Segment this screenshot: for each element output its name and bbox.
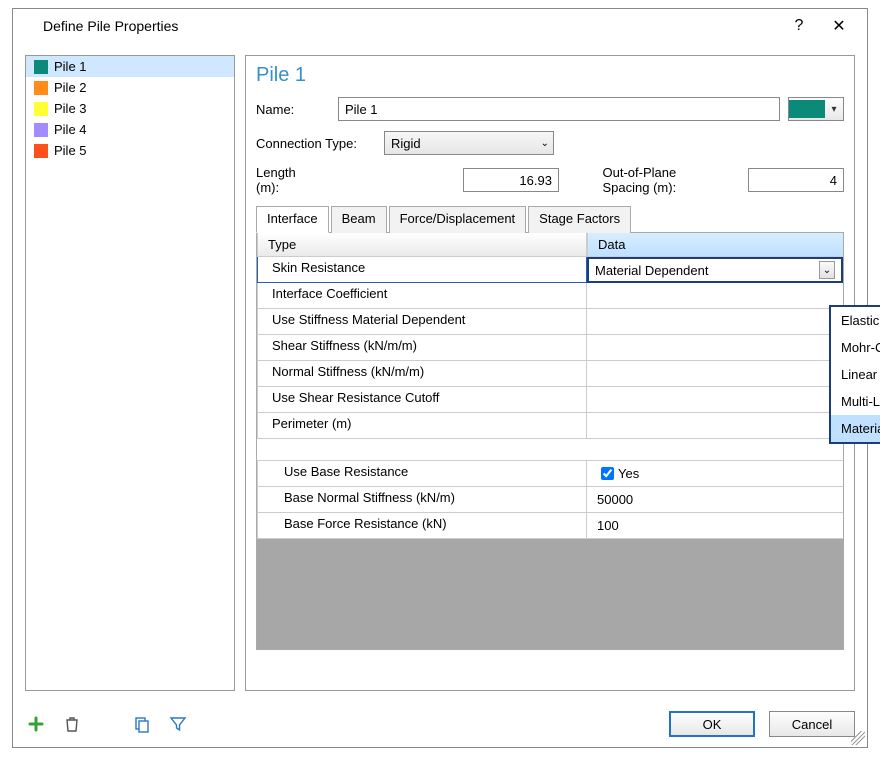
name-input[interactable] xyxy=(338,97,780,121)
grid-row[interactable]: Use Shear Resistance Cutoff xyxy=(257,387,843,413)
color-swatch xyxy=(789,100,825,118)
grid-cell-type: Perimeter (m) xyxy=(257,413,587,439)
footer-toolbar: OK Cancel xyxy=(13,703,867,747)
connection-type-select[interactable]: Rigid ⌄ xyxy=(384,131,554,155)
grid-cell-data[interactable] xyxy=(587,335,843,361)
grid-cell-type: Use Stiffness Material Dependent xyxy=(257,309,587,335)
dropdown-option[interactable]: Elastic xyxy=(831,307,880,334)
pile-list-item[interactable]: Pile 2 xyxy=(26,77,234,98)
grid-row[interactable]: Base Normal Stiffness (kN/m)50000 xyxy=(257,487,843,513)
pile-item-label: Pile 4 xyxy=(54,122,87,137)
panel-heading: Pile 1 xyxy=(256,64,844,87)
pile-list-item[interactable]: Pile 4 xyxy=(26,119,234,140)
grid-cell-data[interactable] xyxy=(587,413,843,439)
pile-color-swatch xyxy=(34,81,48,95)
grid-cell-type: Skin Resistance xyxy=(257,257,587,283)
grid-row[interactable]: Skin ResistanceMaterial Dependent⌄ xyxy=(257,257,843,283)
length-label: Length (m): xyxy=(256,165,318,195)
grid-row[interactable]: Perimeter (m) xyxy=(257,413,843,439)
dialog-body: Pile 1 Pile 2 Pile 3 Pile 4 Pile 5 Pile 1 Na… xyxy=(13,43,867,703)
color-picker[interactable]: ▾ xyxy=(788,97,844,121)
pile-color-swatch xyxy=(34,144,48,158)
tab-beam[interactable]: Beam xyxy=(331,206,387,233)
tab-interface[interactable]: Interface xyxy=(256,206,329,233)
grid-cell-data[interactable]: Material Dependent⌄ xyxy=(587,257,843,283)
resize-grip[interactable] xyxy=(851,731,865,745)
dropdown-option[interactable]: Material Dependent xyxy=(831,415,880,442)
grid-row[interactable]: Shear Stiffness (kN/m/m) xyxy=(257,335,843,361)
filter-icon[interactable] xyxy=(167,713,189,735)
pile-item-label: Pile 2 xyxy=(54,80,87,95)
grid-empty-area xyxy=(257,539,843,649)
grid-cell-type: Shear Stiffness (kN/m/m) xyxy=(257,335,587,361)
grid-cell-data[interactable] xyxy=(587,283,843,309)
close-icon[interactable]: ✕ xyxy=(819,16,859,36)
grid-row[interactable]: Base Force Resistance (kN)100 xyxy=(257,513,843,539)
grid-header-data[interactable]: Data xyxy=(587,233,843,257)
pile-list-item[interactable]: Pile 3 xyxy=(26,98,234,119)
tab-force-displacement[interactable]: Force/Displacement xyxy=(389,206,527,233)
grid-section-divider xyxy=(257,439,843,461)
grid-cell-type: Interface Coefficient xyxy=(257,283,587,309)
pile-list[interactable]: Pile 1 Pile 2 Pile 3 Pile 4 Pile 5 xyxy=(25,55,235,691)
pile-list-item[interactable]: Pile 1 xyxy=(26,56,234,77)
properties-grid: Type Data Skin ResistanceMaterial Depend… xyxy=(256,233,844,650)
grid-cell-value: Yes xyxy=(618,466,639,481)
connection-type-label: Connection Type: xyxy=(256,136,376,151)
grid-cell-data[interactable] xyxy=(587,361,843,387)
name-label: Name: xyxy=(256,102,330,117)
grid-cell-type: Base Force Resistance (kN) xyxy=(257,513,587,539)
help-icon[interactable]: ? xyxy=(779,17,819,35)
grid-cell-type: Normal Stiffness (kN/m/m) xyxy=(257,361,587,387)
cancel-button[interactable]: Cancel xyxy=(769,711,855,737)
pile-color-swatch xyxy=(34,123,48,137)
pile-color-swatch xyxy=(34,102,48,116)
dialog-window: Define Pile Properties ? ✕ Pile 1Pile 2P… xyxy=(12,8,868,748)
dropdown-option[interactable]: Mohr-Coulomb xyxy=(831,334,880,361)
pile-color-swatch xyxy=(34,60,48,74)
copy-icon[interactable] xyxy=(131,713,153,735)
tabs: InterfaceBeamForce/DisplacementStage Fac… xyxy=(256,205,844,233)
connection-type-value: Rigid xyxy=(391,136,421,151)
grid-cell-type: Use Base Resistance xyxy=(257,461,587,487)
grid-cell-type: Base Normal Stiffness (kN/m) xyxy=(257,487,587,513)
grid-header-type[interactable]: Type xyxy=(257,233,587,257)
pile-item-label: Pile 5 xyxy=(54,143,87,158)
grid-row[interactable]: Use Base Resistance Yes xyxy=(257,461,843,487)
chevron-down-icon: ▾ xyxy=(827,104,841,115)
oop-spacing-input[interactable] xyxy=(748,168,844,192)
grid-cell-data[interactable]: 100 xyxy=(587,513,843,539)
add-icon[interactable] xyxy=(25,713,47,735)
oop-spacing-label: Out-of-Plane Spacing (m): xyxy=(603,165,721,195)
skin-resistance-value: Material Dependent xyxy=(595,263,819,278)
grid-row[interactable]: Use Stiffness Material Dependent xyxy=(257,309,843,335)
use-base-resistance-checkbox[interactable] xyxy=(601,467,614,480)
grid-cell-type: Use Shear Resistance Cutoff xyxy=(257,387,587,413)
titlebar[interactable]: Define Pile Properties ? ✕ xyxy=(13,9,867,43)
ok-button[interactable]: OK xyxy=(669,711,755,737)
grid-cell-data[interactable] xyxy=(587,387,843,413)
length-input[interactable] xyxy=(463,168,559,192)
chevron-down-icon[interactable]: ⌄ xyxy=(819,261,835,279)
chevron-down-icon: ⌄ xyxy=(541,138,549,149)
grid-cell-data[interactable]: Yes xyxy=(587,461,843,487)
tab-stage-factors[interactable]: Stage Factors xyxy=(528,206,631,233)
grid-row[interactable]: Normal Stiffness (kN/m/m) xyxy=(257,361,843,387)
pile-list-item[interactable]: Pile 5 xyxy=(26,140,234,161)
grid-cell-data[interactable] xyxy=(587,309,843,335)
grid-row[interactable]: Interface Coefficient xyxy=(257,283,843,309)
pile-item-label: Pile 3 xyxy=(54,101,87,116)
delete-icon[interactable] xyxy=(61,713,83,735)
dropdown-option[interactable]: Linear xyxy=(831,361,880,388)
window-title: Define Pile Properties xyxy=(43,18,779,34)
main-panel: Pile 1 Name: ▾ Connection Type: Rigid ⌄ … xyxy=(245,55,855,691)
pile-item-label: Pile 1 xyxy=(54,59,87,74)
skin-resistance-dropdown-list[interactable]: ElasticMohr-CoulombLinearMulti-LinearMat… xyxy=(829,305,880,444)
grid-cell-data[interactable]: 50000 xyxy=(587,487,843,513)
dropdown-option[interactable]: Multi-Linear xyxy=(831,388,880,415)
